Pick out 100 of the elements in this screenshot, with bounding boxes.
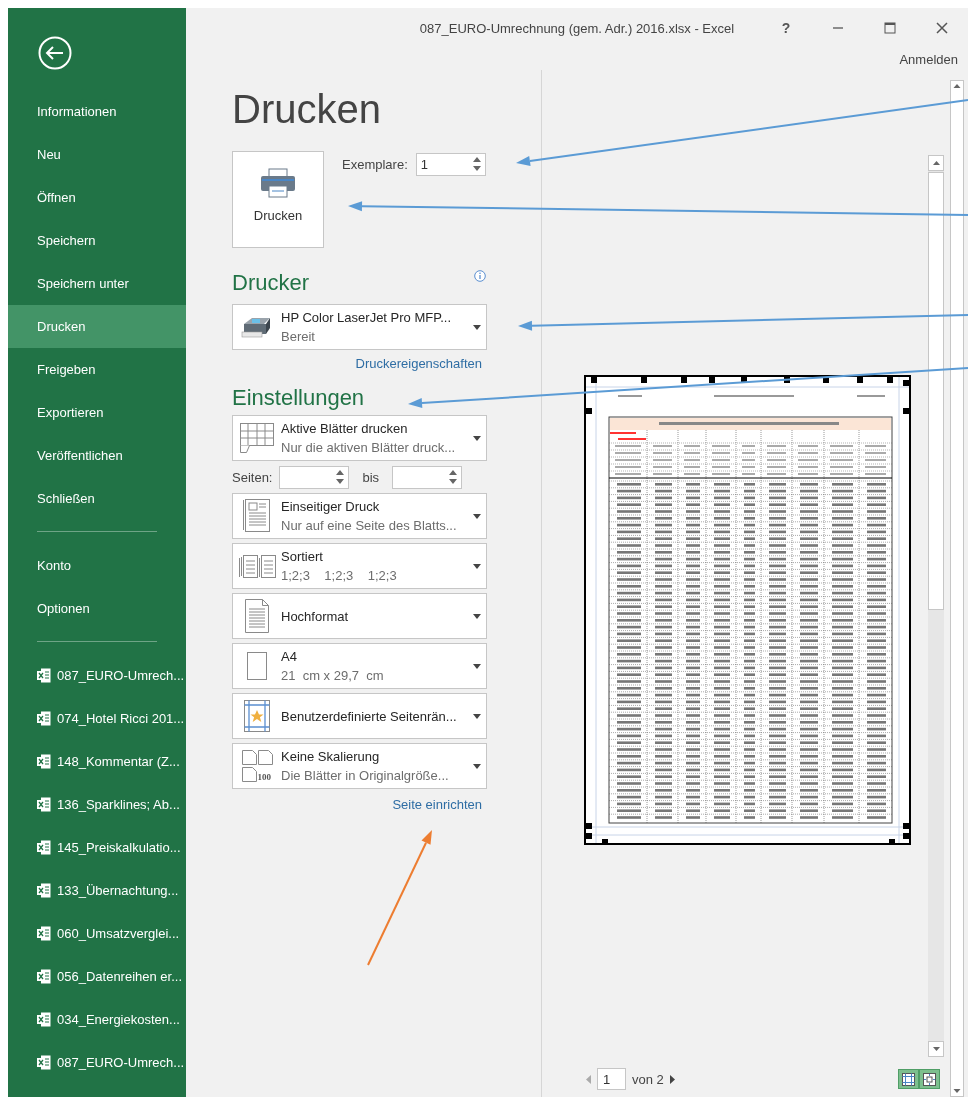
scrollbar[interactable] — [950, 80, 964, 1097]
caret-icon — [473, 324, 481, 330]
setting-description: Nur die aktiven Blätter druck... — [281, 440, 457, 455]
stacked-pages-icon — [238, 554, 276, 578]
print-button[interactable]: Drucken — [232, 151, 324, 248]
spreadsheet-file-icon — [37, 1012, 51, 1027]
setting-title: Hochformat — [281, 608, 350, 624]
sidebar-item[interactable]: Speichern unter — [8, 262, 186, 305]
settings-dropdown[interactable]: Sortiert 1;2;3 1;2;3 1;2;3 — [232, 543, 487, 589]
info-icon[interactable] — [474, 270, 486, 282]
setting-title: Benutzerdefinierte Seitenrän... — [281, 708, 458, 724]
setting-description: 1;2;3 1;2;3 1;2;3 — [281, 568, 398, 583]
sidebar-item[interactable]: Drucken — [8, 305, 186, 348]
scroll-down-icon[interactable] — [932, 1047, 940, 1051]
setting-title: Keine Skalierung — [281, 749, 381, 764]
settings-dropdown[interactable]: 100 Keine Skalierung Die Blätter in Originalgröße... — [232, 743, 487, 789]
setting-title: Einseitiger Druck — [281, 499, 381, 514]
window-title: 087_EURO-Umrechnung (gem. Adr.) 2016.xlsx - Excel — [419, 20, 735, 36]
sidebar-item[interactable]: Speichern — [8, 219, 186, 262]
page-number-field[interactable]: 1 — [597, 1068, 626, 1090]
settings-dropdown[interactable]: Benutzerdefinierte Seitenrän... — [232, 693, 487, 739]
scale-percent-label: 100 — [257, 772, 271, 782]
copies-label: Exemplare: — [342, 156, 408, 172]
sidebar-item[interactable]: Schließen — [8, 477, 186, 520]
sign-in-link[interactable]: Anmelden — [899, 51, 958, 67]
spin-arrows-icon[interactable] — [472, 157, 481, 171]
spreadsheet-file-icon — [37, 1055, 51, 1070]
spin-arrows-icon[interactable] — [449, 470, 458, 484]
setting-title: Sortiert — [281, 549, 324, 564]
sidebar-item[interactable]: Optionen — [8, 587, 186, 630]
spreadsheet-file-icon — [37, 883, 51, 898]
spin-arrows-icon[interactable] — [336, 470, 345, 484]
section-heading: Drucker — [232, 270, 309, 296]
scrollbar[interactable] — [928, 155, 944, 1057]
settings-dropdown[interactable]: Hochformat — [232, 593, 487, 639]
sidebar-item[interactable]: Freigeben — [8, 348, 186, 391]
recent-file[interactable]: 056_Datenreihen er... — [57, 969, 183, 984]
setting-title: A4 — [281, 649, 298, 664]
recent-file[interactable]: 034_Energiekosten... — [57, 1012, 180, 1027]
pages-icon — [241, 750, 273, 782]
page-to-field[interactable] — [392, 465, 463, 489]
sidebar-item[interactable]: Neu — [8, 133, 186, 176]
spreadsheet-file-icon — [37, 754, 51, 769]
caret-icon — [473, 663, 481, 669]
recent-file[interactable]: 136_Sparklines; Ab... — [57, 797, 180, 812]
sidebar-item[interactable]: Öffnen — [8, 176, 186, 219]
spreadsheet-file-icon — [37, 926, 51, 941]
zoom-to-page-button[interactable] — [919, 1069, 940, 1089]
next-page-icon[interactable] — [669, 1074, 675, 1084]
pages-label: Seiten: — [232, 469, 273, 485]
setting-description: 21 cm x 29,7 cm — [281, 668, 385, 683]
sidebar-item[interactable]: Informationen — [8, 90, 186, 133]
spreadsheet-file-icon — [37, 969, 51, 984]
settings-dropdown[interactable]: Einseitiger Druck Nur auf eine Seite des Blatts... — [232, 493, 487, 539]
printer-dropdown[interactable]: HP Color LaserJet Pro MFP... Bereit — [232, 304, 487, 350]
sidebar-item[interactable]: Veröffentlichen — [8, 434, 186, 477]
printer-icon — [260, 168, 296, 198]
recent-file[interactable]: 074_Hotel Ricci 201... — [57, 711, 185, 726]
recent-file[interactable]: 087_EURO-Umrech... — [57, 668, 185, 683]
copies-field[interactable]: 1 — [415, 152, 486, 176]
recent-file[interactable]: 145_Preiskalkulatio... — [57, 840, 181, 855]
margins-icon — [902, 1072, 915, 1086]
caret-icon — [473, 713, 481, 719]
page-icon — [247, 652, 267, 680]
printer-properties-link[interactable]: Druckereigenschaften — [355, 356, 482, 371]
scroll-up-icon[interactable] — [932, 161, 940, 165]
document-icon — [243, 499, 271, 533]
back-icon[interactable] — [38, 36, 72, 70]
margins-star-icon — [244, 700, 270, 732]
printer-status: Bereit — [281, 329, 316, 344]
show-margins-button[interactable] — [898, 1069, 919, 1089]
recent-file[interactable]: 060_Umsatzverglei... — [57, 926, 180, 941]
grid-sheet-icon — [240, 423, 274, 453]
settings-dropdown[interactable]: Aktive Blätter drucken Nur die aktiven Blätter druck... — [232, 415, 487, 461]
setting-description: Nur auf eine Seite des Blatts... — [281, 518, 458, 533]
spreadsheet-file-icon — [37, 668, 51, 683]
setting-description: Die Blätter in Originalgröße... — [281, 768, 450, 783]
settings-dropdown[interactable]: A4 21 cm x 29,7 cm — [232, 643, 487, 689]
caret-icon — [473, 613, 481, 619]
page-setup-link[interactable]: Seite einrichten — [392, 797, 482, 812]
close-icon — [936, 22, 948, 34]
spreadsheet-file-icon — [37, 797, 51, 812]
recent-file[interactable]: 133_Übernachtung... — [57, 883, 179, 898]
recent-file[interactable]: 087_EURO-Umrech... — [57, 1055, 185, 1070]
caret-icon — [473, 563, 481, 569]
recent-file[interactable]: 148_Kommentar (Z... — [57, 754, 180, 769]
spreadsheet-file-icon — [37, 840, 51, 855]
page-from-field[interactable] — [279, 465, 350, 489]
caret-icon — [473, 513, 481, 519]
page-count: von 2 — [632, 1071, 664, 1087]
page-heading: Drucken — [232, 86, 382, 132]
section-heading: Einstellungen — [232, 385, 365, 411]
setting-title: Aktive Blätter drucken — [281, 421, 409, 436]
help-button[interactable]: ? — [760, 12, 812, 44]
caret-icon — [473, 435, 481, 441]
printer-device-icon — [241, 316, 273, 338]
sidebar-item[interactable]: Konto — [8, 544, 186, 587]
maximize-icon — [884, 22, 896, 34]
pages-to-label: bis — [362, 469, 380, 485]
sidebar-item[interactable]: Exportieren — [8, 391, 186, 434]
